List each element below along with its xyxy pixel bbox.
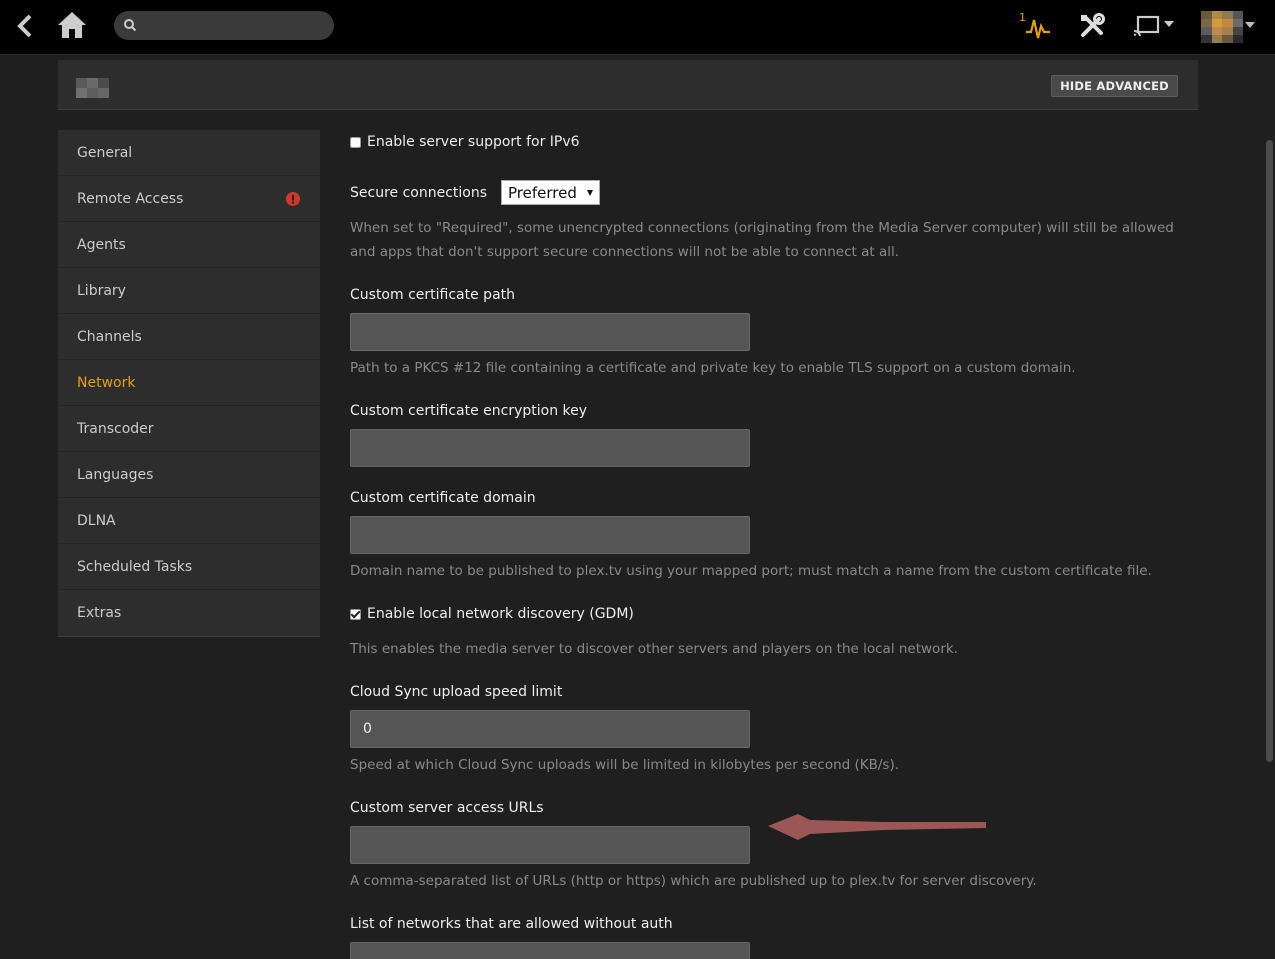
allowed-networks-label: List of networks that are allowed withou… (350, 916, 673, 932)
secure-connections-label: Secure connections (350, 184, 488, 201)
sidebar-item-general[interactable]: General (58, 130, 320, 176)
cert-path-help: Path to a PKCS #12 file containing a cer… (350, 360, 1076, 376)
allowed-networks-input[interactable] (350, 942, 750, 959)
sidebar-item-library[interactable]: Library (58, 268, 320, 314)
sidebar-item-languages[interactable]: Languages (58, 452, 320, 498)
secure-connections-select[interactable]: Preferred (501, 180, 601, 205)
activity-pulse-icon[interactable] (1018, 12, 1054, 40)
top-bar: 1 (0, 0, 1275, 55)
sidebar-item-scheduled-tasks[interactable]: Scheduled Tasks (58, 544, 320, 590)
settings-header: HIDE ADVANCED (58, 60, 1198, 110)
gdm-setting: Enable local network discovery (GDM) (350, 606, 634, 622)
cloud-sync-help: Speed at which Cloud Sync uploads will b… (350, 757, 900, 773)
custom-urls-label: Custom server access URLs (350, 800, 544, 816)
sidebar-item-agents[interactable]: Agents (58, 222, 320, 268)
cert-path-input[interactable] (350, 313, 750, 351)
sidebar-item-remote-access[interactable]: Remote Access (58, 176, 320, 222)
scrollbar-thumb[interactable] (1266, 140, 1273, 762)
cert-key-label: Custom certificate encryption key (350, 403, 588, 419)
ipv6-setting: Enable server support for IPv6 (350, 134, 580, 150)
ipv6-label: Enable server support for IPv6 (367, 134, 580, 150)
avatar[interactable] (1201, 11, 1243, 43)
cert-domain-label: Custom certificate domain (350, 490, 536, 506)
sidebar-item-dlna[interactable]: DLNA (58, 498, 320, 544)
cert-path-label: Custom certificate path (350, 287, 516, 303)
cast-icon[interactable] (1132, 14, 1176, 38)
search-input[interactable] (114, 11, 334, 40)
hide-advanced-button[interactable]: HIDE ADVANCED (1051, 75, 1178, 97)
gdm-label: Enable local network discovery (GDM) (367, 606, 634, 622)
gdm-checkbox[interactable] (350, 608, 361, 620)
cloud-sync-label: Cloud Sync upload speed limit (350, 684, 563, 700)
gdm-help: This enables the media server to discove… (350, 641, 958, 657)
cloud-sync-input[interactable] (350, 710, 750, 748)
back-arrow-icon[interactable] (12, 12, 38, 40)
cert-domain-help: Domain name to be published to plex.tv u… (350, 563, 1152, 579)
ipv6-checkbox[interactable] (350, 136, 361, 148)
server-name-blurred (76, 78, 109, 98)
annotation-arrow (768, 814, 986, 840)
cert-domain-input[interactable] (350, 516, 750, 554)
caret-down-icon (587, 189, 594, 196)
secure-connections-help: When set to "Required", some unencrypted… (350, 220, 1174, 260)
chevron-down-icon[interactable] (1245, 22, 1255, 28)
home-icon[interactable] (56, 10, 88, 40)
sidebar-item-transcoder[interactable]: Transcoder (58, 406, 320, 452)
cert-key-input[interactable] (350, 429, 750, 467)
custom-urls-help: A comma-separated list of URLs (http or … (350, 873, 1037, 889)
warning-icon (286, 192, 300, 206)
secure-connections-setting: Secure connections Preferred (350, 180, 601, 205)
sidebar-item-extras[interactable]: Extras (58, 590, 320, 636)
secure-connections-value: Preferred (508, 183, 577, 202)
settings-sidebar: General Remote Access Agents Library Cha… (58, 130, 320, 637)
sidebar-item-channels[interactable]: Channels (58, 314, 320, 360)
custom-urls-input[interactable] (350, 826, 750, 864)
sidebar-item-network[interactable]: Network (58, 360, 320, 406)
settings-tools-icon[interactable] (1078, 12, 1106, 40)
